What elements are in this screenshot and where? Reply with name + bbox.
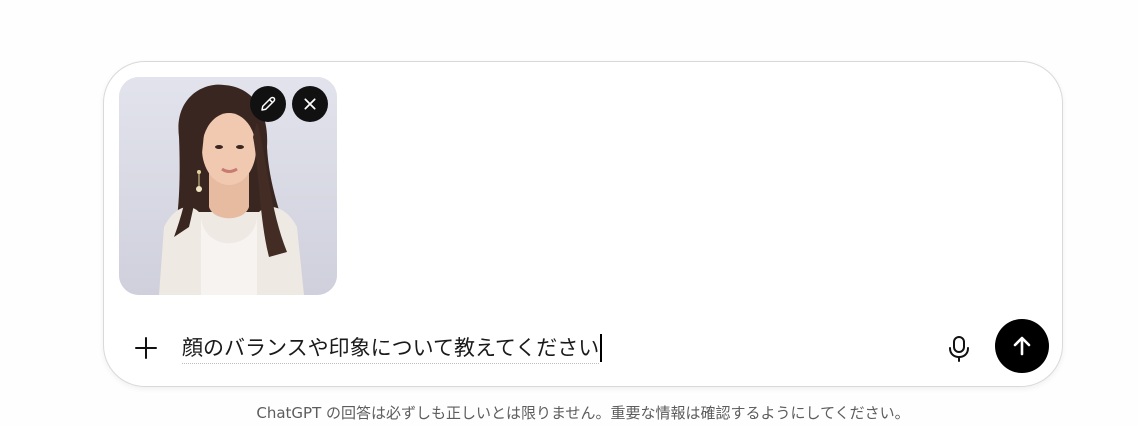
microphone-icon [949,336,969,362]
remove-attachment-button[interactable] [292,86,328,122]
send-button[interactable] [995,319,1049,373]
message-composer: 顔のバランスや印象について教えてください [103,61,1063,387]
pencil-icon [261,96,276,111]
edit-attachment-button[interactable] [250,86,286,122]
chat-page: 顔のバランスや印象について教えてください ChatGPT の回答は必ずしも正しい… [0,0,1138,426]
prompt-input[interactable]: 顔のバランスや印象について教えてください [182,328,942,368]
arrow-up-icon [1013,336,1031,356]
plus-icon [135,337,157,359]
close-icon [304,98,316,110]
text-caret [600,334,603,362]
add-attachment-button[interactable] [128,330,164,366]
image-attachment[interactable] [119,77,337,295]
disclaimer-text: ChatGPT の回答は必ずしも正しいとは限りません。重要な情報は確認するように… [256,404,910,422]
dictate-button[interactable] [940,330,978,368]
prompt-text: 顔のバランスや印象について教えてください [182,332,600,364]
